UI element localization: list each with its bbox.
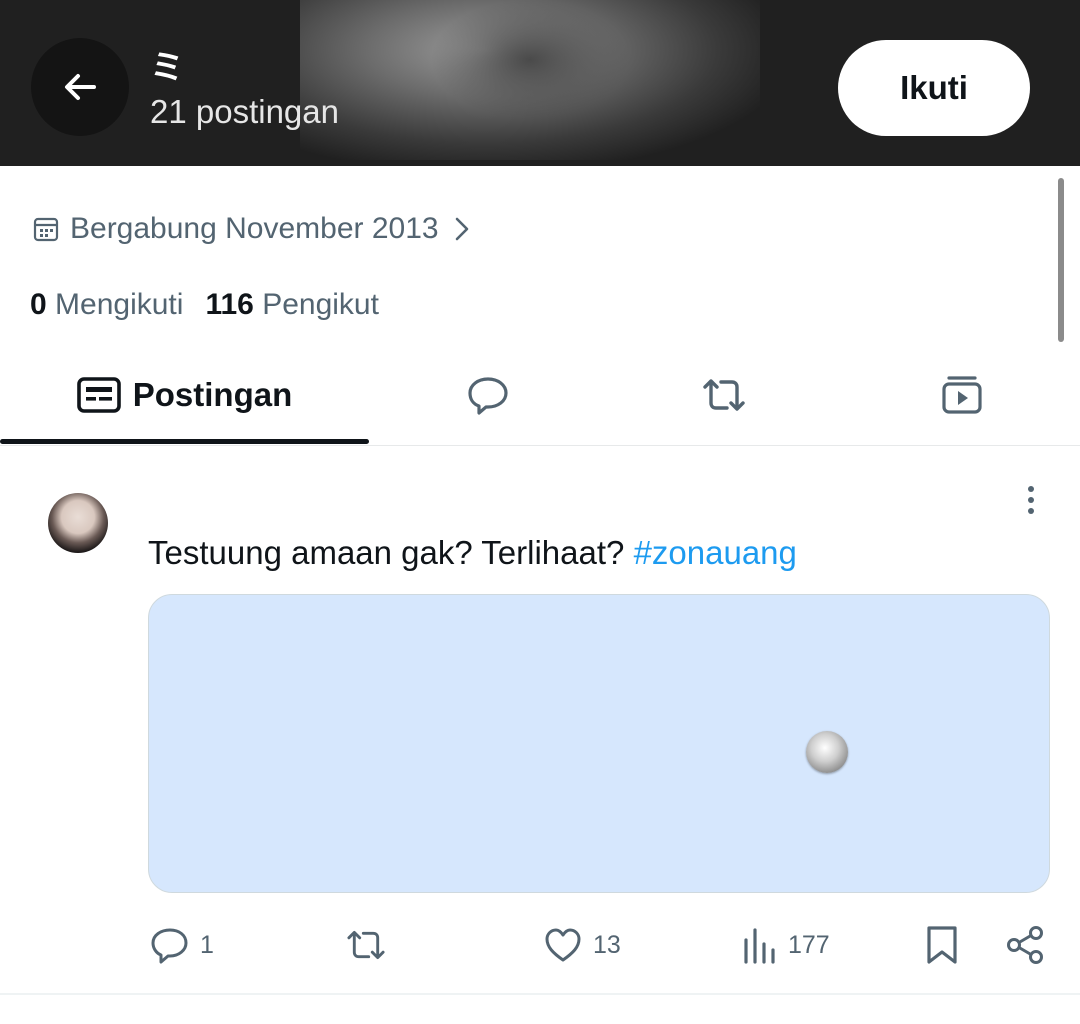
profile-name: ミ	[150, 49, 184, 87]
bar-chart-icon	[744, 928, 775, 964]
back-button[interactable]	[31, 38, 129, 136]
posts-icon	[76, 377, 121, 413]
reply-button[interactable]: 1	[150, 920, 214, 970]
tab-media[interactable]	[914, 345, 1010, 445]
divider	[0, 993, 1080, 995]
post-body: Testuung amaan gak? Terlihaat?	[148, 534, 625, 571]
reply-count: 1	[200, 930, 214, 959]
bookmark-button[interactable]	[924, 920, 960, 970]
arrow-left-icon	[65, 74, 96, 100]
active-tab-indicator	[0, 439, 369, 444]
reply-bubble-icon	[468, 377, 508, 415]
like-button[interactable]: 13	[543, 920, 621, 970]
heart-icon	[545, 928, 581, 962]
repost-icon	[703, 379, 745, 411]
reply-icon	[151, 928, 188, 964]
view-count: 177	[788, 930, 830, 959]
media-video-icon	[942, 376, 982, 414]
repost-button[interactable]	[343, 920, 399, 970]
following-count: 0	[30, 288, 47, 321]
banner-blur-dark	[430, 0, 630, 120]
following-label: Mengikuti	[55, 288, 184, 321]
tab-posts[interactable]: Postingan	[0, 345, 369, 445]
profile-tabs: Postingan	[0, 345, 1080, 446]
share-button[interactable]	[1005, 920, 1047, 970]
repost-icon	[347, 930, 385, 960]
post-media[interactable]	[148, 594, 1050, 893]
bookmark-icon	[927, 926, 957, 964]
views-button[interactable]: 177	[742, 920, 830, 970]
more-vertical-icon	[1028, 486, 1034, 514]
post-text: Testuung amaan gak? Terlihaat? #zonauang	[148, 532, 797, 574]
hashtag-link[interactable]: #zonauang	[634, 534, 797, 571]
assistive-touch-icon[interactable]	[806, 731, 848, 773]
like-count: 13	[593, 930, 621, 959]
share-icon	[1007, 926, 1043, 964]
followers-label: Pengikut	[262, 288, 379, 321]
calendar-icon	[33, 217, 59, 242]
follow-button[interactable]: Ikuti	[838, 40, 1030, 136]
chevron-right-icon	[455, 217, 468, 241]
followers-link[interactable]: 116 Pengikut	[205, 288, 379, 322]
joined-date: Bergabung November 2013	[70, 212, 439, 245]
follow-stats: 0 Mengikuti 116 Pengikut	[30, 288, 401, 322]
avatar[interactable]	[48, 493, 108, 553]
profile-header-banner: ミ 21 postingan Ikuti	[0, 0, 1080, 166]
tab-replies[interactable]	[440, 345, 536, 445]
following-link[interactable]: 0 Mengikuti	[30, 288, 183, 322]
joined-date-row[interactable]: Bergabung November 2013	[32, 212, 471, 246]
followers-count: 116	[205, 288, 254, 321]
scrollbar[interactable]	[1058, 178, 1064, 342]
tab-reposts[interactable]	[676, 345, 772, 445]
post-count: 21 postingan	[150, 93, 339, 130]
post-actions: 1 13 177	[0, 920, 1080, 970]
tab-posts-label: Postingan	[132, 376, 293, 413]
more-options-button[interactable]	[1016, 484, 1046, 518]
